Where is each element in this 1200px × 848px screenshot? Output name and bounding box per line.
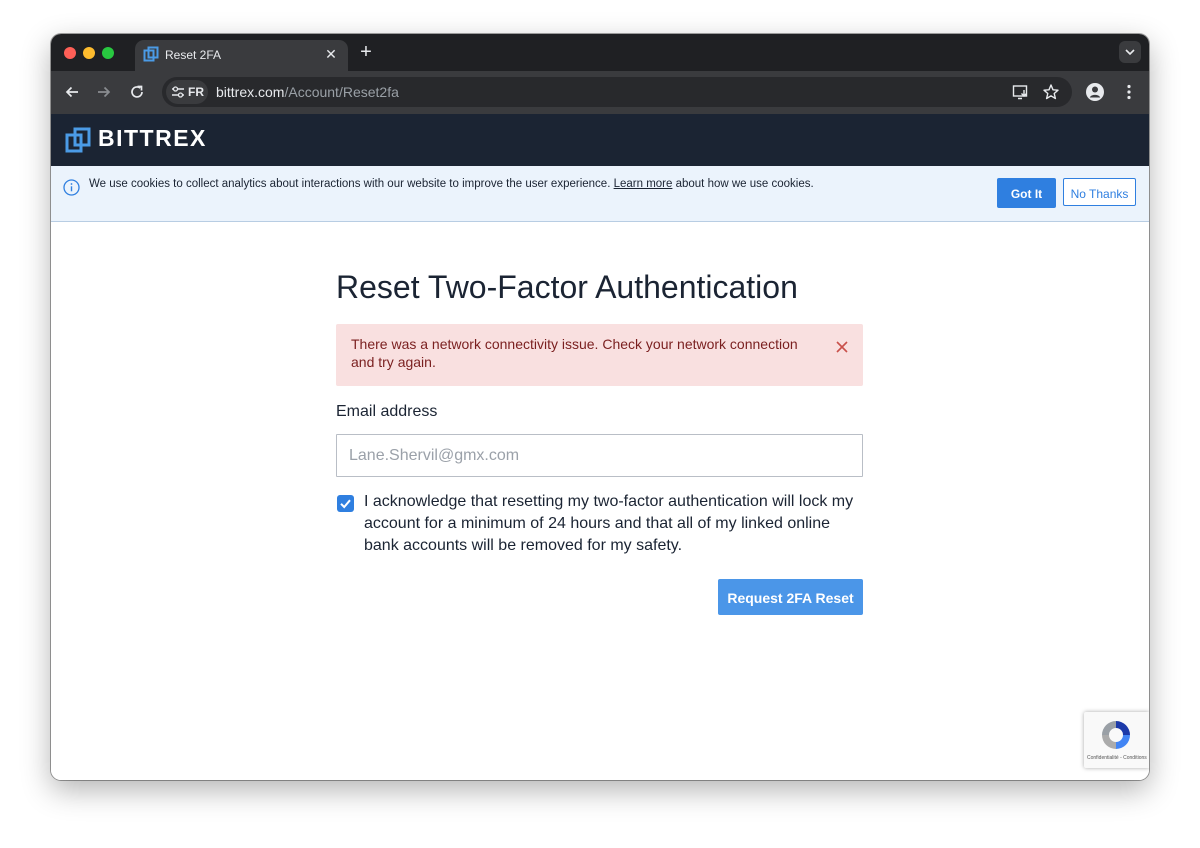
accept-cookies-button[interactable]: Got It xyxy=(997,178,1056,208)
close-window-button[interactable] xyxy=(64,47,76,59)
info-icon xyxy=(63,179,80,196)
kebab-menu-icon[interactable] xyxy=(1119,82,1139,102)
page-viewport: BITTREX We use cookies to collect analyt… xyxy=(51,114,1149,780)
address-bar[interactable]: FR bittrex.com/Account/Reset2fa xyxy=(162,77,1072,107)
site-header: BITTREX xyxy=(51,114,1149,166)
url-path: /Account/Reset2fa xyxy=(284,84,399,100)
recaptcha-links[interactable]: Confidentialité - Conditions xyxy=(1087,755,1147,761)
url-host: bittrex.com xyxy=(216,84,285,100)
install-app-icon[interactable] xyxy=(1012,83,1030,101)
checkmark-icon xyxy=(340,499,351,509)
acknowledge-label[interactable]: I acknowledge that resetting my two-fact… xyxy=(364,491,856,557)
maximize-window-button[interactable] xyxy=(102,47,114,59)
site-info-button[interactable]: FR xyxy=(166,80,208,104)
tab-close-icon[interactable]: ✕ xyxy=(322,45,340,63)
browser-toolbar: FR bittrex.com/Account/Reset2fa xyxy=(51,71,1149,114)
recaptcha-icon xyxy=(1102,721,1130,749)
tune-icon xyxy=(172,86,184,98)
chevron-down-icon xyxy=(1125,49,1135,56)
bittrex-logo-icon[interactable] xyxy=(65,127,91,153)
bittrex-favicon-icon xyxy=(143,46,159,62)
tab-search-button[interactable] xyxy=(1119,41,1141,63)
cookie-text-before: We use cookies to collect analytics abou… xyxy=(89,178,614,190)
minimize-window-button[interactable] xyxy=(83,47,95,59)
cookie-message: We use cookies to collect analytics abou… xyxy=(89,178,814,190)
logo-wordmark[interactable]: BITTREX xyxy=(98,125,207,152)
bookmark-star-icon[interactable] xyxy=(1042,83,1060,101)
email-field[interactable] xyxy=(336,434,863,477)
url-text[interactable]: bittrex.com/Account/Reset2fa xyxy=(216,84,399,100)
cookie-banner: We use cookies to collect analytics abou… xyxy=(51,166,1149,222)
tab-reset-2fa[interactable]: Reset 2FA ✕ xyxy=(135,40,348,71)
page-title: Reset Two-Factor Authentication xyxy=(336,269,798,305)
decline-cookies-button[interactable]: No Thanks xyxy=(1063,178,1136,206)
forward-arrow-icon[interactable] xyxy=(94,82,114,102)
browser-window: Reset 2FA ✕ + FR bittrex.com/Account/Res… xyxy=(51,34,1149,780)
error-alert: There was a network connectivity issue. … xyxy=(336,324,863,386)
profile-avatar-icon[interactable] xyxy=(1085,82,1105,102)
site-chip-label: FR xyxy=(188,85,204,99)
email-label: Email address xyxy=(336,403,438,420)
recaptcha-badge[interactable]: Confidentialité - Conditions xyxy=(1084,712,1149,768)
learn-more-link[interactable]: Learn more xyxy=(614,178,673,190)
tab-strip: Reset 2FA ✕ + xyxy=(51,34,1149,71)
tab-title: Reset 2FA xyxy=(165,48,222,62)
close-icon[interactable] xyxy=(835,340,849,354)
request-2fa-reset-button[interactable]: Request 2FA Reset xyxy=(718,579,863,615)
error-message: There was a network connectivity issue. … xyxy=(351,336,798,370)
new-tab-button[interactable]: + xyxy=(357,42,375,62)
acknowledge-checkbox[interactable] xyxy=(337,495,354,512)
reload-icon[interactable] xyxy=(127,82,147,102)
back-arrow-icon[interactable] xyxy=(62,82,82,102)
cookie-text-after: about how we use cookies. xyxy=(672,178,814,190)
